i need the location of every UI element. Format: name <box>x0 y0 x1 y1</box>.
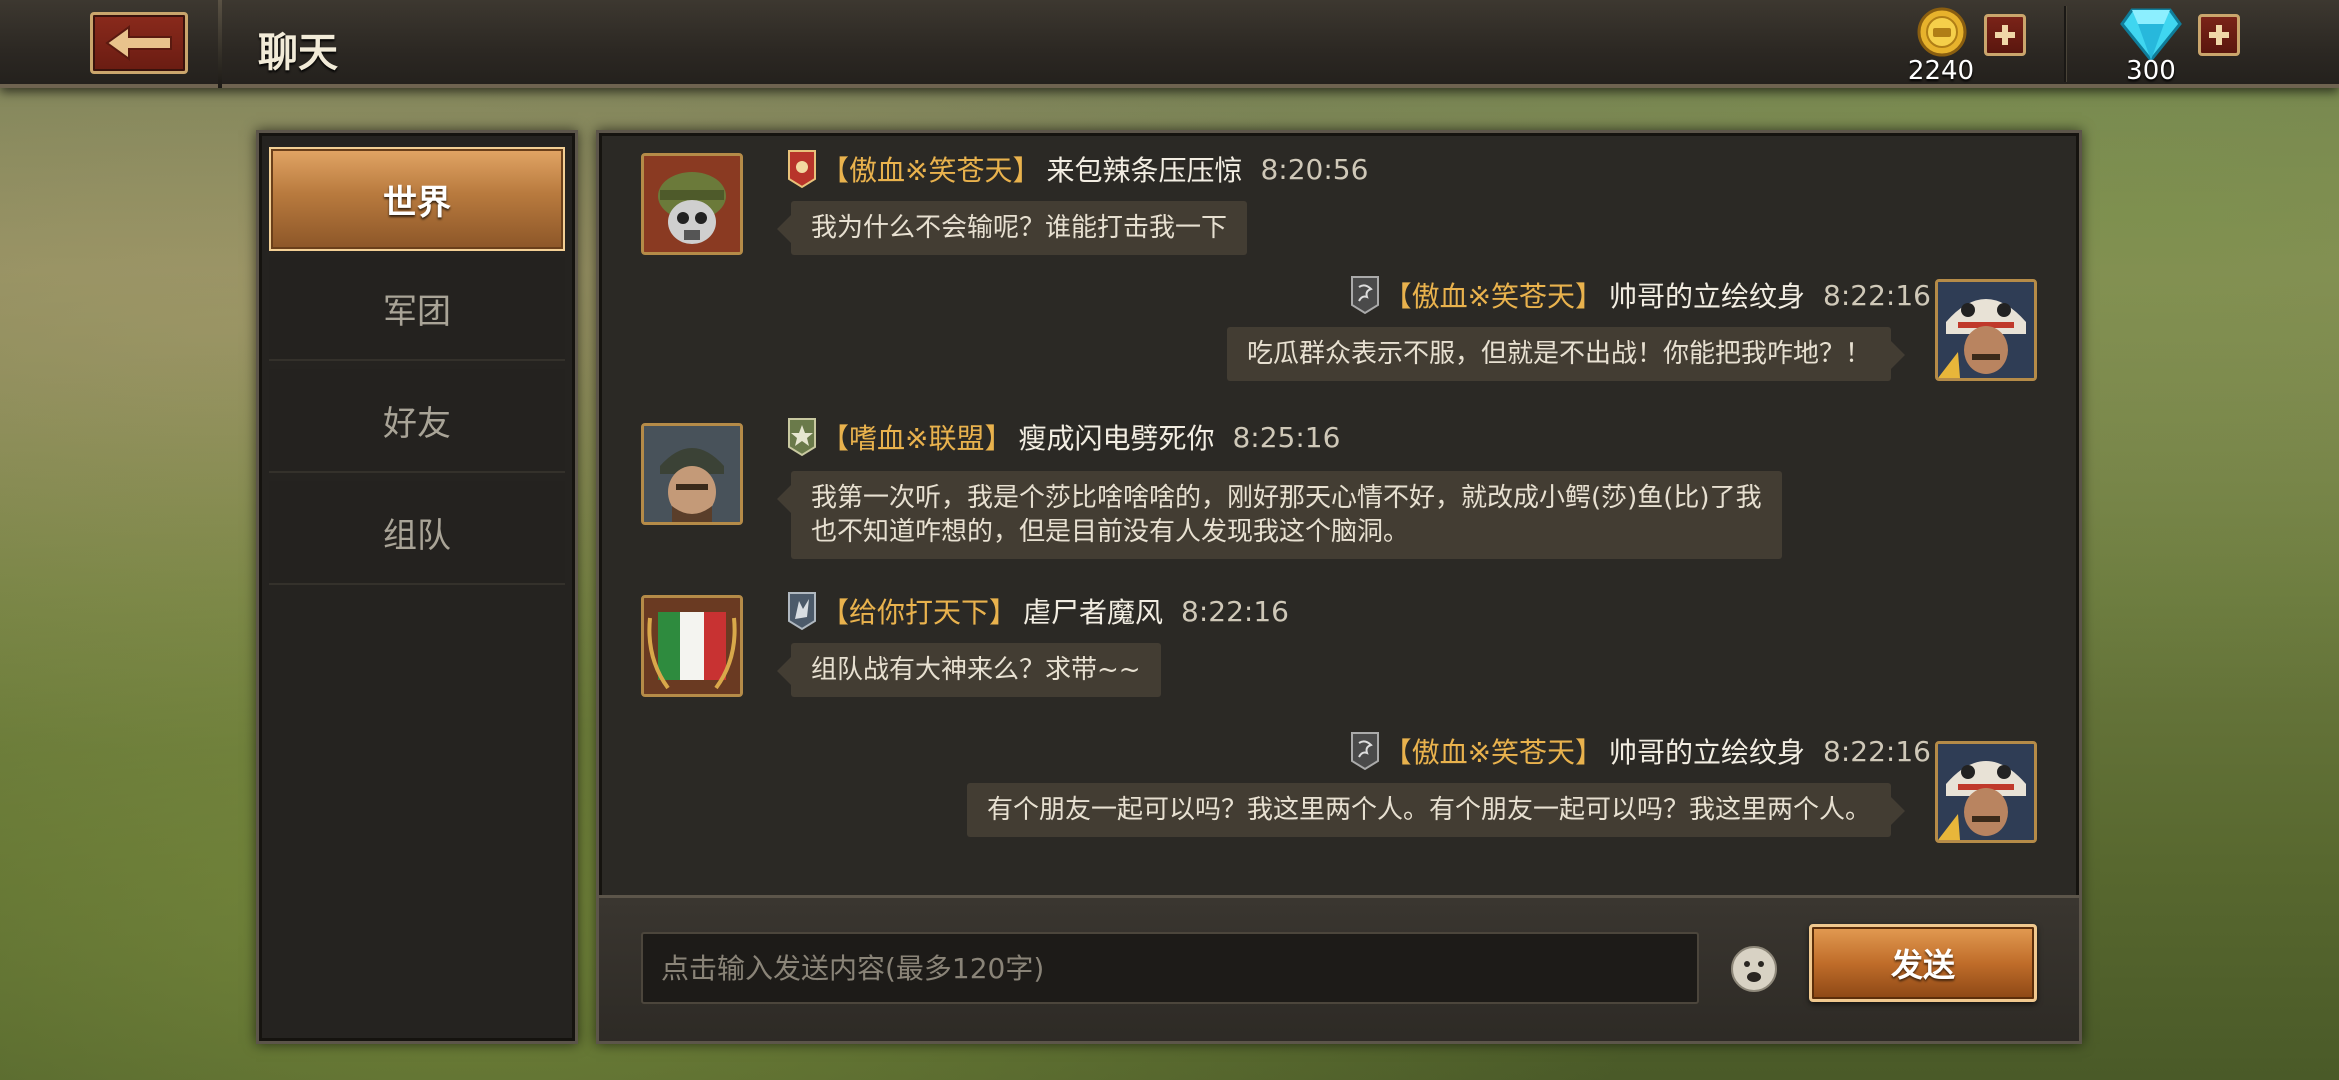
plus-icon <box>1995 25 2015 45</box>
soldier-gasmask-avatar[interactable] <box>641 153 743 255</box>
message-input[interactable] <box>641 932 1699 1004</box>
input-bar: 发送 <box>599 895 2079 1041</box>
add-gold-button[interactable] <box>1984 14 2026 56</box>
star-badge-icon <box>788 418 816 457</box>
guild-name: 【嗜血※联盟】 <box>821 422 1013 455</box>
message-text: 有个朋友一起可以吗？我这里两个人。有个朋友一起可以吗？我这里两个人。 <box>986 795 1871 825</box>
top-bar: 聊天 2240 300 <box>0 0 2339 88</box>
player-name[interactable]: 瘦成闪电劈死你 <box>1018 417 1214 457</box>
player-name[interactable]: 帅哥的立绘纹身 <box>1609 731 1805 771</box>
message-bubble: 组队战有大神来么？求带~~ <box>777 643 1161 697</box>
guild-name: 【给你打天下】 <box>821 596 1018 629</box>
back-button[interactable] <box>90 12 188 74</box>
page-title: 聊天 <box>258 30 338 76</box>
message-bubble: 我为什么不会输呢？谁能打击我一下 <box>776 201 1248 255</box>
red-rank-badge-icon <box>788 150 816 189</box>
message-text: 吃瓜群众表示不服，但就是不出战！你能把我咋地？！ <box>1246 339 1871 369</box>
message-time: 8:20:56 <box>1260 152 1369 186</box>
message-header: 【傲血※笑苍天】 帅哥的立绘纹身 8:22:16 <box>1350 273 1931 317</box>
diamond-icon <box>2120 8 2182 62</box>
guild-name: 【傲血※笑苍天】 <box>1383 736 1604 769</box>
guild-name: 【傲血※笑苍天】 <box>821 154 1041 187</box>
message-time: 8:25:16 <box>1232 420 1341 454</box>
message-header: 【给你打天下】 虐尸者魔风 8:22:16 <box>787 589 1289 633</box>
message-header: 【嗜血※联盟】 瘦成闪电劈死你 8:25:16 <box>787 415 1340 459</box>
message-text: 组队战有大神来么？求带~~ <box>811 655 1141 685</box>
lion-dance-avatar[interactable] <box>1935 741 2037 843</box>
player-name[interactable]: 帅哥的立绘纹身 <box>1609 275 1805 315</box>
message-time: 8:22:16 <box>1823 734 1931 768</box>
message-header: 【傲血※笑苍天】 帅哥的立绘纹身 8:22:16 <box>1350 729 1931 773</box>
dragon-badge-icon <box>1350 276 1379 315</box>
wolf-badge-icon <box>788 592 816 631</box>
diamond-currency: 300 <box>2118 4 2258 86</box>
gold-coin-icon <box>1917 7 1967 57</box>
guild-name: 【傲血※笑苍天】 <box>1383 280 1604 313</box>
tab-friends[interactable]: 好友 <box>269 369 565 473</box>
emoji-button[interactable] <box>1729 944 1779 994</box>
dragon-badge-icon <box>1350 732 1379 771</box>
add-diamond-button[interactable] <box>2198 14 2240 56</box>
message-bubble: 有个朋友一起可以吗？我这里两个人。有个朋友一起可以吗？我这里两个人。 <box>966 783 1906 837</box>
player-name[interactable]: 虐尸者魔风 <box>1023 591 1163 631</box>
message-time: 8:22:16 <box>1823 278 1931 312</box>
send-button[interactable]: 发送 <box>1809 924 2037 1002</box>
soldier-avatar-icon <box>644 426 740 522</box>
message-time: 8:22:16 <box>1181 594 1289 628</box>
tab-legion[interactable]: 军团 <box>269 257 565 361</box>
tab-world[interactable]: 世界 <box>269 147 565 251</box>
channel-tab-panel: 世界 军团 好友 组队 <box>256 130 578 1044</box>
message-bubble: 我第一次听，我是个莎比啥啥啥的，刚好那天心情不好，就改成小鳄(莎)鱼(比)了我 … <box>777 471 1782 559</box>
lion-dance-avatar-icon <box>1938 282 2034 378</box>
italy-flag-avatar-icon <box>644 598 740 694</box>
diamond-amount: 300 <box>2126 56 2176 86</box>
message-list[interactable]: 【傲血※笑苍天】 来包辣条压压惊 8:20:56 我为什么不会输呢？谁能打击我一… <box>599 133 2079 893</box>
lion-dance-avatar[interactable] <box>1935 279 2037 381</box>
gold-currency: 2240 <box>1908 4 2088 86</box>
lion-dance-avatar-icon <box>1938 744 2034 840</box>
soldier-helmet-avatar[interactable] <box>641 423 743 525</box>
message-bubble: 吃瓜群众表示不服，但就是不出战！你能把我咋地？！ <box>1226 327 1906 381</box>
arrow-left-icon <box>105 25 172 61</box>
gold-amount: 2240 <box>1907 56 1975 86</box>
tab-team[interactable]: 组队 <box>269 481 565 585</box>
title-divider <box>218 0 222 88</box>
currency-divider <box>2064 6 2067 82</box>
soldier-avatar-icon <box>644 156 740 252</box>
chat-panel: 【傲血※笑苍天】 来包辣条压压惊 8:20:56 我为什么不会输呢？谁能打击我一… <box>596 130 2082 1044</box>
plus-icon <box>2209 25 2229 45</box>
message-text: 也不知道咋想的，但是目前没有人发现我这个脑洞。 <box>811 517 1410 547</box>
message-text: 我第一次听，我是个莎比啥啥啥的，刚好那天心情不好，就改成小鳄(莎)鱼(比)了我 <box>811 483 1762 513</box>
italy-flag-avatar[interactable] <box>641 595 743 697</box>
message-text: 我为什么不会输呢？谁能打击我一下 <box>811 213 1228 243</box>
smiley-icon <box>1731 946 1777 992</box>
message-header: 【傲血※笑苍天】 来包辣条压压惊 8:20:56 <box>787 147 1368 191</box>
player-name[interactable]: 来包辣条压压惊 <box>1046 149 1242 189</box>
